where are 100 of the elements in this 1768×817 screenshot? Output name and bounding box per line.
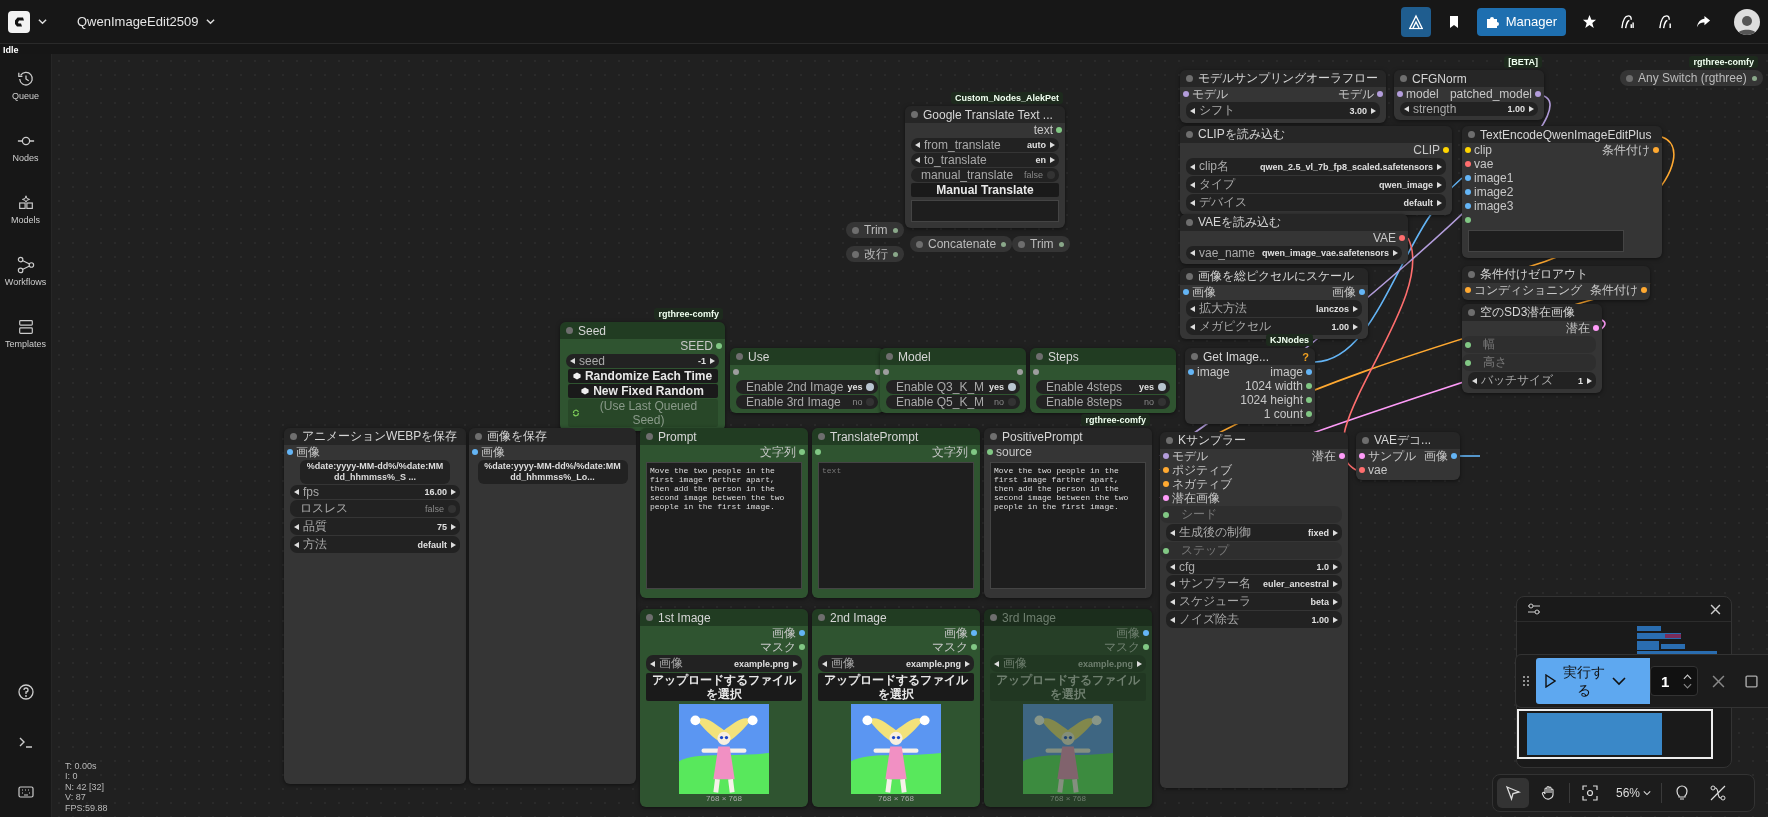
increment-arrow-icon[interactable] <box>1437 163 1442 170</box>
collapse-toggle-icon[interactable] <box>566 327 573 334</box>
increment-arrow-icon[interactable] <box>451 523 456 530</box>
toggle-widget[interactable]: Enable 4steps yes <box>1036 380 1170 394</box>
decrement-arrow-icon[interactable] <box>1170 580 1175 587</box>
node-card[interactable]: 3rd Image 画像 マスク 画像 example.png アップロードするファイルを選択 768 × 768 <box>984 609 1152 807</box>
node-card[interactable]: Model Enable Q3_K_M yes Enable Q5_K_M no <box>880 348 1026 413</box>
increment-arrow-icon[interactable] <box>1333 616 1338 623</box>
run-button[interactable]: 実行する <box>1536 658 1650 704</box>
output-dot[interactable] <box>1641 287 1647 293</box>
combo-widget[interactable]: clip名 qwen_2.5_vl_7b_fp8_scaled.safetensors <box>1186 158 1446 175</box>
input-dot[interactable] <box>1397 91 1403 97</box>
collapsed-node[interactable]: Trim <box>1012 236 1070 252</box>
output-dot[interactable] <box>1653 147 1659 153</box>
input-dot[interactable] <box>1163 511 1169 518</box>
output-dot[interactable] <box>1058 241 1064 247</box>
input-dot[interactable] <box>1465 147 1471 153</box>
combo-widget[interactable]: 画像 example.png <box>818 655 974 672</box>
node-card[interactable]: Steps Enable 4steps yes Enable 8steps no <box>1030 348 1176 413</box>
increment-arrow-icon[interactable] <box>1437 181 1442 188</box>
increment-arrow-icon[interactable] <box>1353 323 1358 330</box>
input-dot[interactable] <box>1465 287 1471 293</box>
prompt-textarea[interactable]: Move the two people in the first image farther apart, then add the person in the second image between the two people in the first image. <box>990 462 1146 589</box>
collapse-toggle-icon[interactable] <box>852 250 859 258</box>
input-dot[interactable] <box>1465 341 1471 348</box>
batch-count-field[interactable]: 1 <box>1650 666 1698 696</box>
collapse-toggle-icon[interactable] <box>852 226 859 234</box>
text-field[interactable]: %date:yyyy-MM-dd%/%date:MMdd_hhmmss%_S ... <box>300 460 450 484</box>
output-dot[interactable] <box>1377 91 1383 97</box>
input-dot[interactable] <box>287 449 293 455</box>
combo-widget[interactable]: from_translate auto <box>911 138 1059 152</box>
text-field[interactable]: %date:yyyy-MM-dd%/%date:MMdd_hhmmss%_Lo... <box>477 460 628 484</box>
input-dot[interactable] <box>1359 467 1365 473</box>
manager-button[interactable]: Manager <box>1476 7 1566 36</box>
toggle-knob[interactable] <box>1158 383 1166 391</box>
combo-widget[interactable]: サンプラー名 euler_ancestral <box>1166 575 1342 592</box>
sidebar-tab[interactable]: Nodes <box>0 116 51 178</box>
decrement-arrow-icon[interactable] <box>294 523 299 530</box>
increment-arrow-icon[interactable] <box>451 541 456 548</box>
number-widget[interactable]: fps 16.00 <box>290 485 460 499</box>
collapse-toggle-icon[interactable] <box>646 433 653 440</box>
collapse-toggle-icon[interactable] <box>911 111 918 118</box>
decrement-arrow-icon[interactable] <box>1472 377 1477 384</box>
node-card[interactable]: 空のSD3潜在画像 潜在 幅 高さ バッチサイズ 1 <box>1462 304 1602 393</box>
input-dot[interactable] <box>1033 369 1039 375</box>
output-dot[interactable] <box>971 644 977 650</box>
collapse-toggle-icon[interactable] <box>916 240 923 248</box>
decrement-arrow-icon[interactable] <box>1170 564 1175 570</box>
collapse-toggle-icon[interactable] <box>736 353 743 360</box>
decrement-arrow-icon[interactable] <box>1404 106 1409 112</box>
node-card[interactable]: 条件付けゼロアウト コンディショニング 条件付け <box>1462 266 1650 300</box>
collapse-toggle-icon[interactable] <box>886 353 893 360</box>
input-dot[interactable] <box>1465 217 1471 223</box>
input-dot[interactable] <box>1465 189 1471 195</box>
toggle-widget[interactable]: Enable 2nd Image yes <box>736 380 879 394</box>
action-button[interactable]: アップロードするファイルを選択 <box>818 673 974 701</box>
input-dot[interactable] <box>815 449 821 455</box>
output-dot[interactable] <box>1306 383 1312 389</box>
collapse-toggle-icon[interactable] <box>1468 309 1475 316</box>
increment-arrow-icon[interactable] <box>1333 564 1338 570</box>
combo-widget[interactable]: to_translate en <box>911 153 1059 167</box>
toggle-knob[interactable] <box>1008 383 1016 391</box>
action-button[interactable]: アップロードするファイルを選択 <box>646 673 802 701</box>
toggle-widget[interactable]: Enable Q3_K_M yes <box>886 380 1020 394</box>
output-dot[interactable] <box>1443 147 1449 153</box>
combo-widget[interactable]: 方法 default <box>290 536 460 553</box>
increment-arrow-icon[interactable] <box>1529 106 1534 112</box>
node-card[interactable]: Prompt 文字列 Move the two people in the first image farther apart, then add the person in the second image between the two people in the first image. <box>640 428 808 598</box>
toggle-widget[interactable]: ロスレス false <box>290 500 460 517</box>
collapse-toggle-icon[interactable] <box>990 614 997 621</box>
output-dot[interactable] <box>1306 411 1312 417</box>
collapse-toggle-icon[interactable] <box>475 433 482 440</box>
toggle-knob[interactable] <box>1008 398 1016 406</box>
node-card[interactable]: TranslatePrompt 文字列 text <box>812 428 980 598</box>
increment-arrow-icon[interactable] <box>1353 305 1358 312</box>
drag-handle-icon[interactable] <box>1522 675 1530 687</box>
input-dot[interactable] <box>1163 495 1169 501</box>
combo-widget[interactable]: スケジューラ beta <box>1166 593 1342 610</box>
input-dot[interactable] <box>733 369 739 375</box>
chevron-down-icon[interactable] <box>38 17 47 26</box>
increment-arrow-icon[interactable] <box>1371 107 1376 114</box>
decrement-arrow-icon[interactable] <box>994 660 999 667</box>
output-dot[interactable] <box>1593 325 1599 331</box>
input-dot[interactable] <box>1188 369 1194 375</box>
collapse-toggle-icon[interactable] <box>1186 219 1193 226</box>
collapse-toggle-icon[interactable] <box>1468 131 1475 138</box>
output-dot[interactable] <box>1306 397 1312 403</box>
number-widget[interactable]: 品質 75 <box>290 518 460 535</box>
decrement-arrow-icon[interactable] <box>1170 598 1175 605</box>
decrement-arrow-icon[interactable] <box>1170 529 1175 536</box>
zoom-dropdown[interactable]: 56% <box>1610 778 1658 808</box>
collapse-toggle-icon[interactable] <box>1036 353 1043 360</box>
toggle-widget[interactable]: manual_translate false <box>911 168 1059 182</box>
combo-widget[interactable]: 拡大方法 lanczos <box>1186 300 1362 317</box>
node-card[interactable]: 2nd Image 画像 マスク 画像 example.png アップロードするファイルを選択 768 × 768 <box>812 609 980 807</box>
input-dot[interactable] <box>1163 547 1169 554</box>
sidebar-tab[interactable]: Workflows <box>0 240 51 302</box>
output-dot[interactable] <box>716 343 722 349</box>
node-card[interactable]: CLIPを読み込む CLIP clip名 qwen_2.5_vl_7b_fp8_scaled.safetensors タイプ qwen_image デバイス default <box>1180 126 1452 215</box>
input-dot[interactable] <box>1183 91 1189 97</box>
